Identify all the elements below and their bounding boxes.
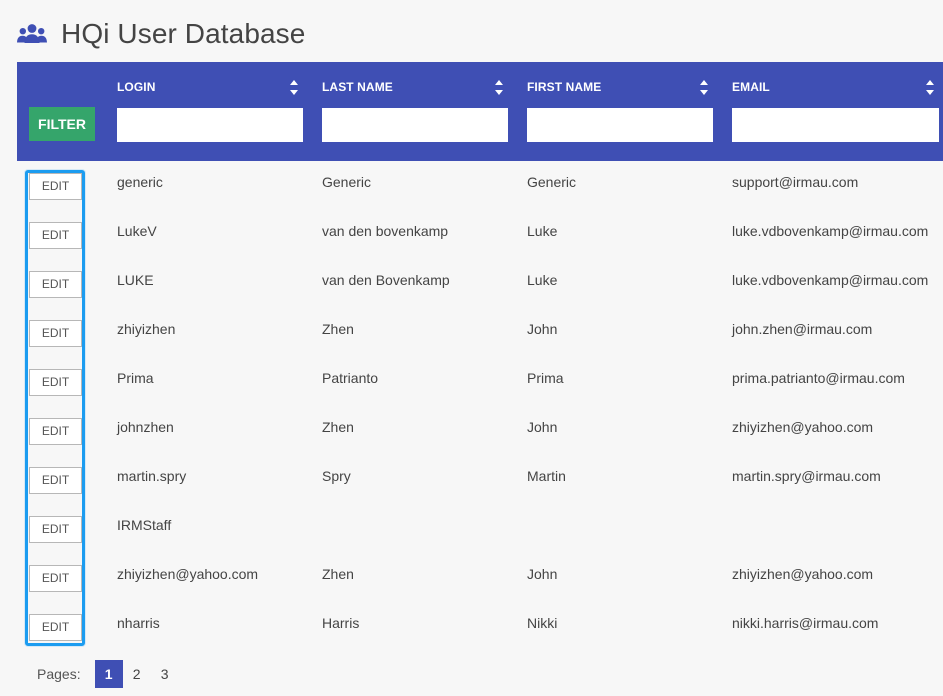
- last-name-cell: Patrianto: [322, 370, 379, 386]
- email-cell: zhiyizhen@yahoo.com: [732, 566, 874, 582]
- edit-button[interactable]: EDIT: [29, 222, 82, 249]
- page-link-3[interactable]: 3: [151, 660, 179, 688]
- table-row: EDIT LukeV van den bovenkamp Luke luke.v…: [17, 210, 943, 259]
- last-name-cell: Harris: [322, 615, 360, 631]
- pagination: Pages: 1 2 3: [37, 660, 179, 688]
- user-table-body: EDIT generic Generic Generic support@irm…: [17, 161, 943, 651]
- column-header-last-name[interactable]: LAST NAME: [322, 80, 393, 94]
- login-cell: Prima: [117, 370, 154, 386]
- sort-icon[interactable]: [289, 79, 299, 96]
- login-cell: IRMStaff: [117, 517, 172, 533]
- table-row: EDIT nharris Harris Nikki nikki.harris@i…: [17, 602, 943, 651]
- edit-button[interactable]: EDIT: [29, 614, 82, 641]
- last-name-cell: Zhen: [322, 419, 354, 435]
- first-name-cell: John: [527, 321, 558, 337]
- edit-button[interactable]: EDIT: [29, 467, 82, 494]
- last-name-cell: Zhen: [322, 566, 354, 582]
- first-name-cell: Nikki: [527, 615, 558, 631]
- table-row: EDIT zhiyizhen Zhen John john.zhen@irmau…: [17, 308, 943, 357]
- sort-icon[interactable]: [699, 79, 709, 96]
- filter-button[interactable]: FILTER: [29, 107, 95, 141]
- login-cell: LUKE: [117, 272, 154, 288]
- email-filter-input[interactable]: [732, 108, 939, 142]
- first-name-cell: Martin: [527, 468, 566, 484]
- first-name-cell: John: [527, 419, 558, 435]
- page-link-2[interactable]: 2: [123, 660, 151, 688]
- table-row: EDIT johnzhen Zhen John zhiyizhen@yahoo.…: [17, 406, 943, 455]
- page-title: HQi User Database: [61, 18, 306, 49]
- first-name-cell: Prima: [527, 370, 564, 386]
- sort-icon[interactable]: [494, 79, 504, 96]
- login-cell: martin.spry: [117, 468, 187, 484]
- last-name-cell: van den bovenkamp: [322, 223, 449, 239]
- email-cell: luke.vdbovenkamp@irmau.com: [732, 272, 929, 288]
- email-cell: luke.vdbovenkamp@irmau.com: [732, 223, 929, 239]
- first-name-cell: Luke: [527, 223, 558, 239]
- email-cell: martin.spry@irmau.com: [732, 468, 881, 484]
- sort-icon[interactable]: [925, 79, 935, 96]
- edit-button[interactable]: EDIT: [29, 516, 82, 543]
- edit-button[interactable]: EDIT: [29, 418, 82, 445]
- login-cell: LukeV: [117, 223, 157, 239]
- first-name-filter-input[interactable]: [527, 108, 713, 142]
- edit-button[interactable]: EDIT: [29, 320, 82, 347]
- edit-button[interactable]: EDIT: [29, 173, 82, 200]
- column-login: LOGIN: [117, 74, 303, 144]
- table-row: EDIT IRMStaff: [17, 504, 943, 553]
- users-icon: [17, 24, 47, 43]
- column-header-first-name[interactable]: FIRST NAME: [527, 80, 601, 94]
- last-name-cell: Spry: [322, 468, 351, 484]
- email-cell: john.zhen@irmau.com: [732, 321, 873, 337]
- table-row: EDIT generic Generic Generic support@irm…: [17, 161, 943, 210]
- login-cell: zhiyizhen: [117, 321, 176, 337]
- last-name-cell: van den Bovenkamp: [322, 272, 450, 288]
- last-name-cell: Generic: [322, 174, 372, 190]
- login-cell: zhiyizhen@yahoo.com: [117, 566, 259, 582]
- table-row: EDIT martin.spry Spry Martin martin.spry…: [17, 455, 943, 504]
- login-cell: nharris: [117, 615, 160, 631]
- first-name-cell: Generic: [527, 174, 577, 190]
- column-header-login[interactable]: LOGIN: [117, 80, 156, 94]
- table-row: EDIT Prima Patrianto Prima prima.patrian…: [17, 357, 943, 406]
- page-header: HQi User Database: [16, 14, 305, 54]
- login-cell: generic: [117, 174, 163, 190]
- column-email: EMAIL: [732, 74, 939, 144]
- email-cell: zhiyizhen@yahoo.com: [732, 419, 874, 435]
- page-link-1[interactable]: 1: [94, 660, 123, 688]
- column-last-name: LAST NAME: [322, 74, 508, 144]
- first-name-cell: Luke: [527, 272, 558, 288]
- column-header-email[interactable]: EMAIL: [732, 80, 770, 94]
- edit-button[interactable]: EDIT: [29, 271, 82, 298]
- last-name-filter-input[interactable]: [322, 108, 508, 142]
- edit-button[interactable]: EDIT: [29, 369, 82, 396]
- email-cell: support@irmau.com: [732, 174, 859, 190]
- login-filter-input[interactable]: [117, 108, 303, 142]
- email-cell: prima.patrianto@irmau.com: [732, 370, 905, 386]
- edit-button[interactable]: EDIT: [29, 565, 82, 592]
- table-row: EDIT LUKE van den Bovenkamp Luke luke.vd…: [17, 259, 943, 308]
- column-first-name: FIRST NAME: [527, 74, 713, 144]
- table-row: EDIT zhiyizhen@yahoo.com Zhen John zhiyi…: [17, 553, 943, 602]
- pages-label: Pages:: [37, 666, 81, 682]
- last-name-cell: Zhen: [322, 321, 354, 337]
- login-cell: johnzhen: [117, 419, 174, 435]
- table-header: FILTER LOGIN LAST NAME FIRST NAME EMAIL: [17, 62, 943, 161]
- first-name-cell: John: [527, 566, 558, 582]
- email-cell: nikki.harris@irmau.com: [732, 615, 879, 631]
